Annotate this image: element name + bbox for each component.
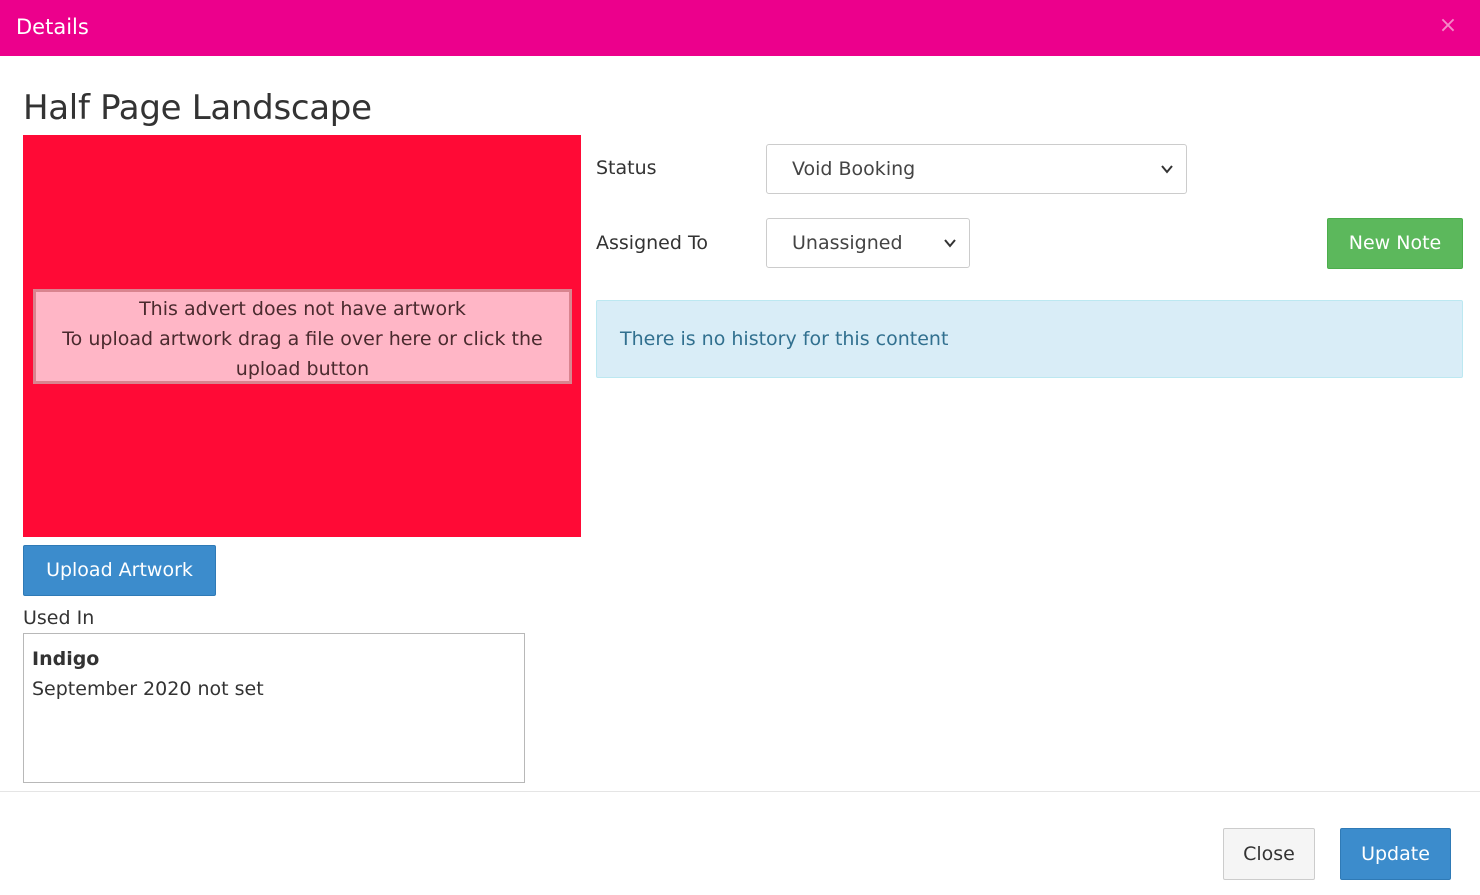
modal-title: Details [16, 15, 89, 39]
status-select[interactable]: Void Booking [766, 144, 1187, 194]
upload-artwork-button[interactable]: Upload Artwork [23, 545, 216, 596]
chevron-down-icon [944, 239, 956, 248]
status-label: Status [596, 157, 657, 179]
artwork-message-line2: To upload artwork drag a file over here … [62, 328, 543, 380]
history-alert: There is no history for this content [596, 300, 1463, 378]
status-selected-value: Void Booking [792, 158, 916, 180]
used-in-item-detail: September 2020 not set [32, 678, 264, 700]
footer-divider [0, 791, 1480, 792]
page-title: Half Page Landscape [23, 88, 372, 128]
assigned-to-select[interactable]: Unassigned [766, 218, 970, 268]
assigned-to-label: Assigned To [596, 232, 708, 254]
used-in-label: Used In [23, 607, 95, 629]
used-in-list: Indigo September 2020 not set [23, 633, 525, 783]
modal-header: Details × [0, 0, 1480, 56]
assigned-to-selected-value: Unassigned [792, 232, 903, 254]
chevron-down-icon [1161, 165, 1173, 174]
close-icon[interactable]: × [1436, 14, 1460, 38]
update-button[interactable]: Update [1340, 828, 1451, 880]
artwork-empty-message: This advert does not have artwork To upl… [33, 289, 572, 384]
artwork-message-line1: This advert does not have artwork [139, 298, 466, 320]
close-button[interactable]: Close [1223, 828, 1315, 880]
used-in-item-name: Indigo [32, 648, 100, 670]
artwork-dropzone[interactable]: This advert does not have artwork To upl… [23, 135, 581, 537]
new-note-button[interactable]: New Note [1327, 218, 1463, 269]
